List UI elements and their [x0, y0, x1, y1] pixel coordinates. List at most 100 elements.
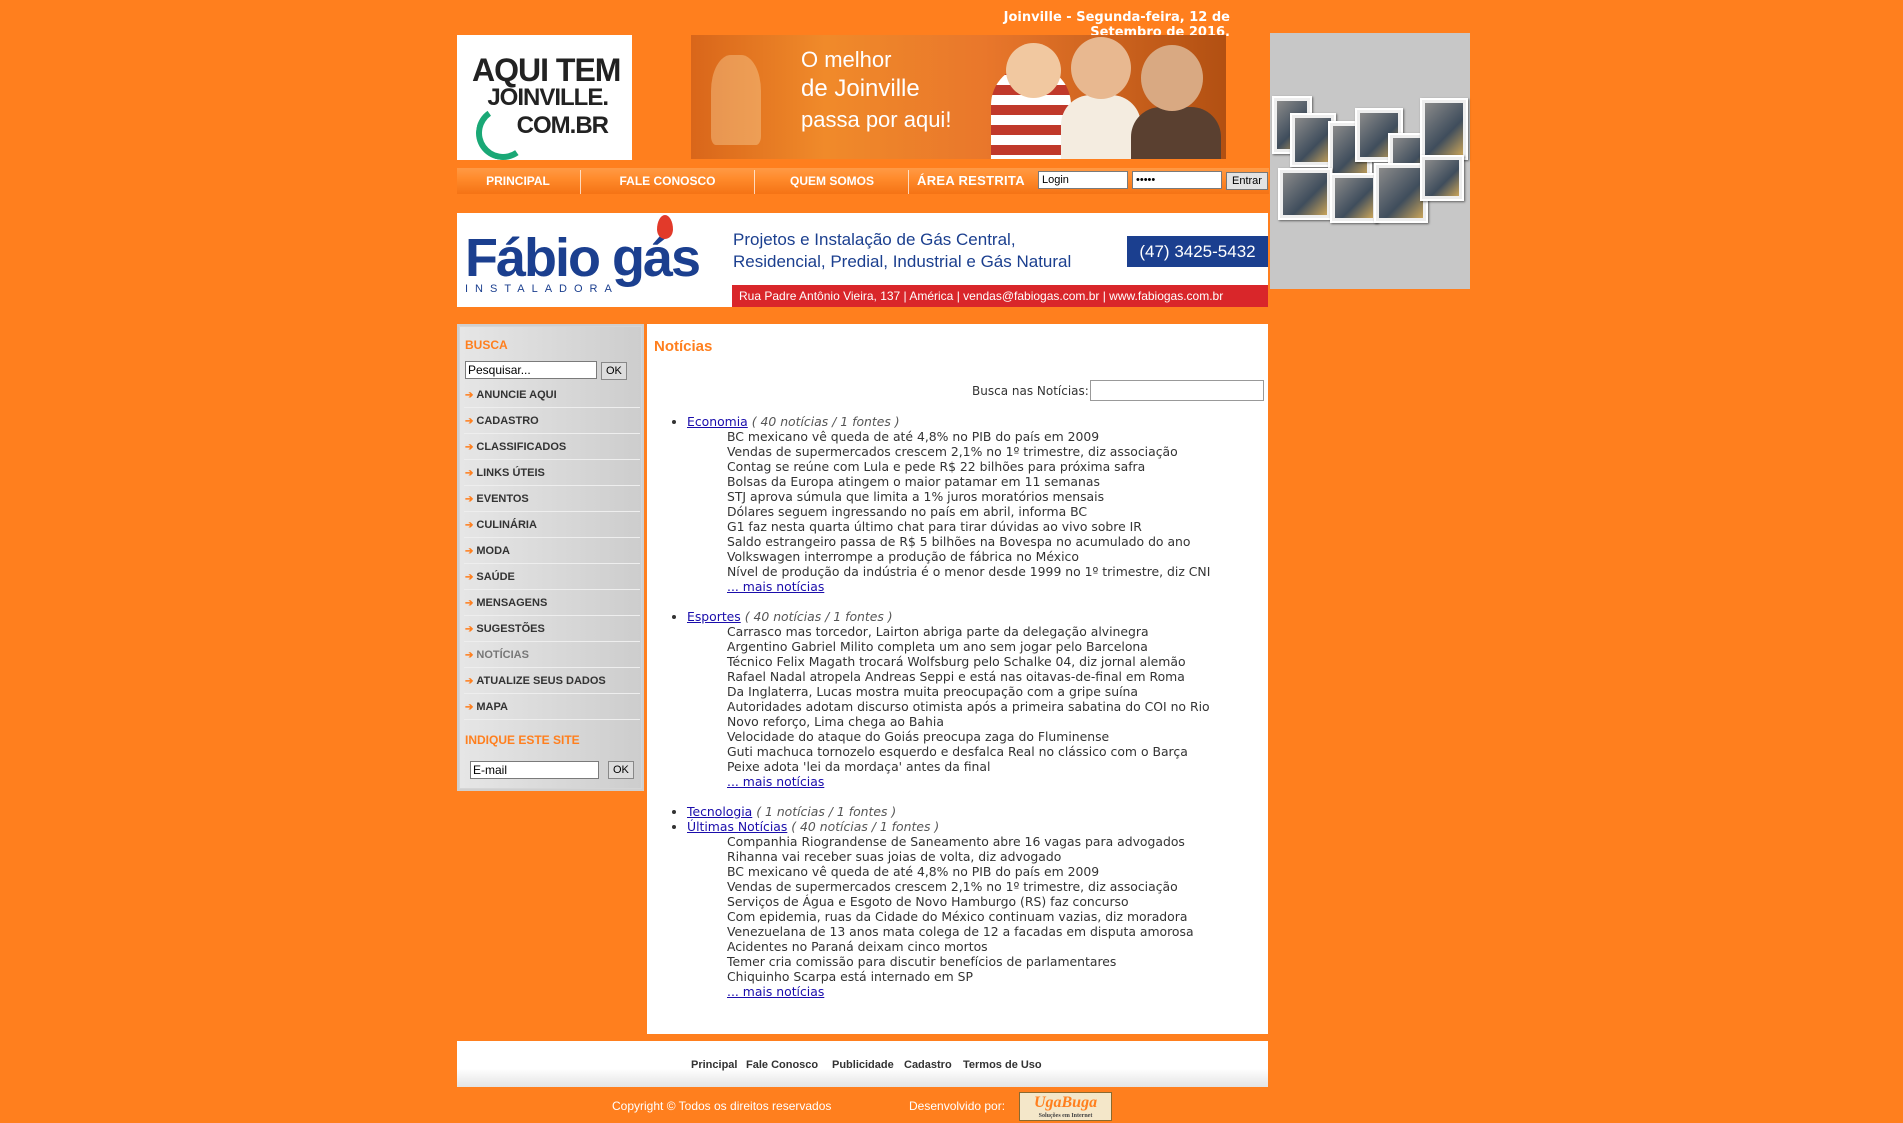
- site-logo[interactable]: AQUI TEM JOINVILLE. COM.BR: [457, 35, 632, 165]
- footer-bar: Principal Fale Conosco Publicidade Cadas…: [457, 1041, 1268, 1087]
- news-category-count: ( 40 notícias / 1 fontes ): [751, 414, 900, 429]
- news-headline[interactable]: Guti machuca tornozelo esquerdo e desfal…: [727, 744, 1210, 759]
- developed-by: Desenvolvido por:: [909, 1099, 1006, 1113]
- sidebar-item[interactable]: ➔ MENSAGENS: [464, 591, 640, 616]
- news-search-input[interactable]: [1090, 380, 1264, 401]
- indicate-ok-button[interactable]: OK: [608, 761, 634, 779]
- sidebar-item[interactable]: ➔ ATUALIZE SEUS DADOS: [464, 669, 640, 694]
- news-headline[interactable]: Vendas de supermercados crescem 2,1% no …: [727, 444, 1210, 459]
- search-title: BUSCA: [465, 338, 508, 352]
- password-input[interactable]: [1132, 171, 1222, 189]
- news-headline[interactable]: Contag se reúne com Lula e pede R$ 22 bi…: [727, 459, 1210, 474]
- news-headline[interactable]: Velocidade do ataque do Goiás preocupa z…: [727, 729, 1210, 744]
- news-headline[interactable]: Acidentes no Paraná deixam cinco mortos: [727, 939, 1210, 954]
- news-headline[interactable]: Chiquinho Scarpa está internado em SP: [727, 969, 1210, 984]
- news-headline[interactable]: BC mexicano vê queda de até 4,8% no PIB …: [727, 864, 1210, 879]
- sidebar-item[interactable]: ➔ CLASSIFICADOS: [464, 435, 640, 460]
- sidebar-item[interactable]: ➔ SAÚDE: [464, 565, 640, 590]
- news-category-link[interactable]: Esportes: [687, 609, 741, 624]
- banner-child-face: [1006, 43, 1061, 98]
- news-headline[interactable]: G1 faz nesta quarta último chat para tir…: [727, 519, 1210, 534]
- news-headline[interactable]: Rihanna vai receber suas joias de volta,…: [727, 849, 1210, 864]
- nav-divider: [908, 170, 909, 194]
- news-headline[interactable]: Com epidemia, ruas da Cidade do México c…: [727, 909, 1210, 924]
- news-headline[interactable]: Da Inglaterra, Lucas mostra muita preocu…: [727, 684, 1210, 699]
- news-headline[interactable]: Companhia Riograndense de Saneamento abr…: [727, 834, 1210, 849]
- arrow-icon: ➔: [465, 624, 474, 635]
- more-news-link[interactable]: ... mais notícias: [727, 984, 824, 999]
- sidebar-item[interactable]: ➔ EVENTOS: [464, 487, 640, 512]
- sidebar-item[interactable]: ➔ NOTÍCIAS: [464, 643, 640, 668]
- login-input[interactable]: [1038, 171, 1128, 189]
- news-headline[interactable]: Bolsas da Europa atingem o maior patamar…: [727, 474, 1210, 489]
- news-category-count: ( 40 notícias / 1 fontes ): [744, 609, 893, 624]
- copyright: Copyright © Todos os direitos reservados: [612, 1099, 832, 1113]
- news-category: Últimas Notícias ( 40 notícias / 1 fonte…: [687, 819, 1210, 999]
- news-headline[interactable]: Serviços de Água e Esgoto de Novo Hambur…: [727, 894, 1210, 909]
- more-news-link[interactable]: ... mais notícias: [727, 579, 824, 594]
- indicate-email-input[interactable]: [470, 761, 599, 779]
- news-search: Busca nas Notícias:: [972, 380, 1264, 401]
- news-headline[interactable]: Peixe adota 'lei da mordaça' antes da fi…: [727, 759, 1210, 774]
- footer-link-fale-conosco[interactable]: Fale Conosco: [746, 1059, 818, 1071]
- news-category-link[interactable]: Últimas Notícias: [687, 819, 787, 834]
- news-headline[interactable]: Dólares seguem ingressando no país em ab…: [727, 504, 1210, 519]
- footer-link-principal[interactable]: Principal: [691, 1059, 737, 1071]
- nav-quem-somos[interactable]: QUEM SOMOS: [755, 168, 909, 194]
- logo-line1: AQUI TEM: [472, 52, 621, 88]
- collage-photo: [1278, 168, 1332, 220]
- banner-man-body: [1131, 107, 1221, 159]
- arrow-icon: ➔: [465, 390, 474, 401]
- sidebar-search-input[interactable]: [465, 361, 597, 379]
- advertiser-address: Rua Padre Antônio Vieira, 137 | América …: [732, 285, 1268, 307]
- footer-link-publicidade[interactable]: Publicidade: [832, 1059, 894, 1071]
- nav-principal[interactable]: PRINCIPAL: [457, 168, 579, 194]
- sidebar-item[interactable]: ➔ LINKS ÚTEIS: [464, 461, 640, 486]
- footer-link-cadastro[interactable]: Cadastro: [904, 1059, 952, 1071]
- news-headline[interactable]: Argentino Gabriel Milito completa um ano…: [727, 639, 1210, 654]
- news-headline[interactable]: Carrasco mas torcedor, Lairton abriga pa…: [727, 624, 1210, 639]
- news-headline[interactable]: Venezuelana de 13 anos mata colega de 12…: [727, 924, 1210, 939]
- news-headline[interactable]: Saldo estrangeiro passa de R$ 5 bilhões …: [727, 534, 1210, 549]
- sidebar-item[interactable]: ➔ SUGESTÕES: [464, 617, 640, 642]
- news-category-link[interactable]: Economia: [687, 414, 748, 429]
- more-news-link[interactable]: ... mais notícias: [727, 774, 824, 789]
- news-headline[interactable]: Novo reforço, Lima chega ao Bahia: [727, 714, 1210, 729]
- sidebar-item[interactable]: ➔ CADASTRO: [464, 409, 640, 434]
- login-button[interactable]: Entrar: [1226, 172, 1268, 190]
- nav-fale-conosco[interactable]: FALE CONOSCO: [581, 168, 754, 194]
- news-headline[interactable]: STJ aprova súmula que limita a 1% juros …: [727, 489, 1210, 504]
- news-headline[interactable]: Vendas de supermercados crescem 2,1% no …: [727, 879, 1210, 894]
- sidebar-search-ok-button[interactable]: OK: [601, 362, 627, 380]
- sidebar-item[interactable]: ➔ ANUNCIE AQUI: [464, 383, 640, 408]
- sidebar-item-label: NOTÍCIAS: [476, 649, 529, 661]
- side-ad-photo-collage[interactable]: [1270, 33, 1470, 289]
- sidebar-item-label: MENSAGENS: [476, 597, 548, 609]
- news-headline[interactable]: BC mexicano vê queda de até 4,8% no PIB …: [727, 429, 1210, 444]
- sidebar-item-label: CLASSIFICADOS: [476, 441, 567, 453]
- advertiser-banner[interactable]: Fábio gás INSTALADORA Projetos e Instala…: [457, 213, 1268, 307]
- developer-logo-text: UgaBuga: [1033, 1094, 1098, 1111]
- banner-line2: de Joinville: [801, 75, 920, 102]
- developer-logo[interactable]: UgaBuga Soluções em Internet: [1019, 1092, 1112, 1121]
- news-headline[interactable]: Rafael Nadal atropela Andreas Seppi e es…: [727, 669, 1210, 684]
- news-category-count: ( 40 notícias / 1 fontes ): [791, 819, 940, 834]
- news-category-count: ( 1 notícias / 1 fontes ): [756, 804, 897, 819]
- arrow-icon: ➔: [465, 416, 474, 427]
- news-category-link[interactable]: Tecnologia: [687, 804, 752, 819]
- sidebar-item-label: SAÚDE: [476, 571, 515, 583]
- news-headline[interactable]: Técnico Felix Magath trocará Wolfsburg p…: [727, 654, 1210, 669]
- main-content: Notícias Busca nas Notícias: Economia ( …: [647, 324, 1268, 1034]
- sidebar-item[interactable]: ➔ CULINÁRIA: [464, 513, 640, 538]
- banner-woman-face: [1071, 37, 1131, 99]
- news-headline[interactable]: Temer cria comissão para discutir benefí…: [727, 954, 1210, 969]
- sidebar-item[interactable]: ➔ MAPA: [464, 695, 640, 720]
- banner-woman-body: [1061, 95, 1141, 159]
- header-banner[interactable]: O melhor de Joinville passa por aqui!: [691, 35, 1226, 159]
- news-headline[interactable]: Nível de produção da indústria é o menor…: [727, 564, 1210, 579]
- news-headline[interactable]: Volkswagen interrompe a produção de fábr…: [727, 549, 1210, 564]
- sidebar-item[interactable]: ➔ MODA: [464, 539, 640, 564]
- news-headline[interactable]: Autoridades adotam discurso otimista apó…: [727, 699, 1210, 714]
- arrow-icon: ➔: [465, 572, 474, 583]
- footer-link-termos[interactable]: Termos de Uso: [963, 1059, 1042, 1071]
